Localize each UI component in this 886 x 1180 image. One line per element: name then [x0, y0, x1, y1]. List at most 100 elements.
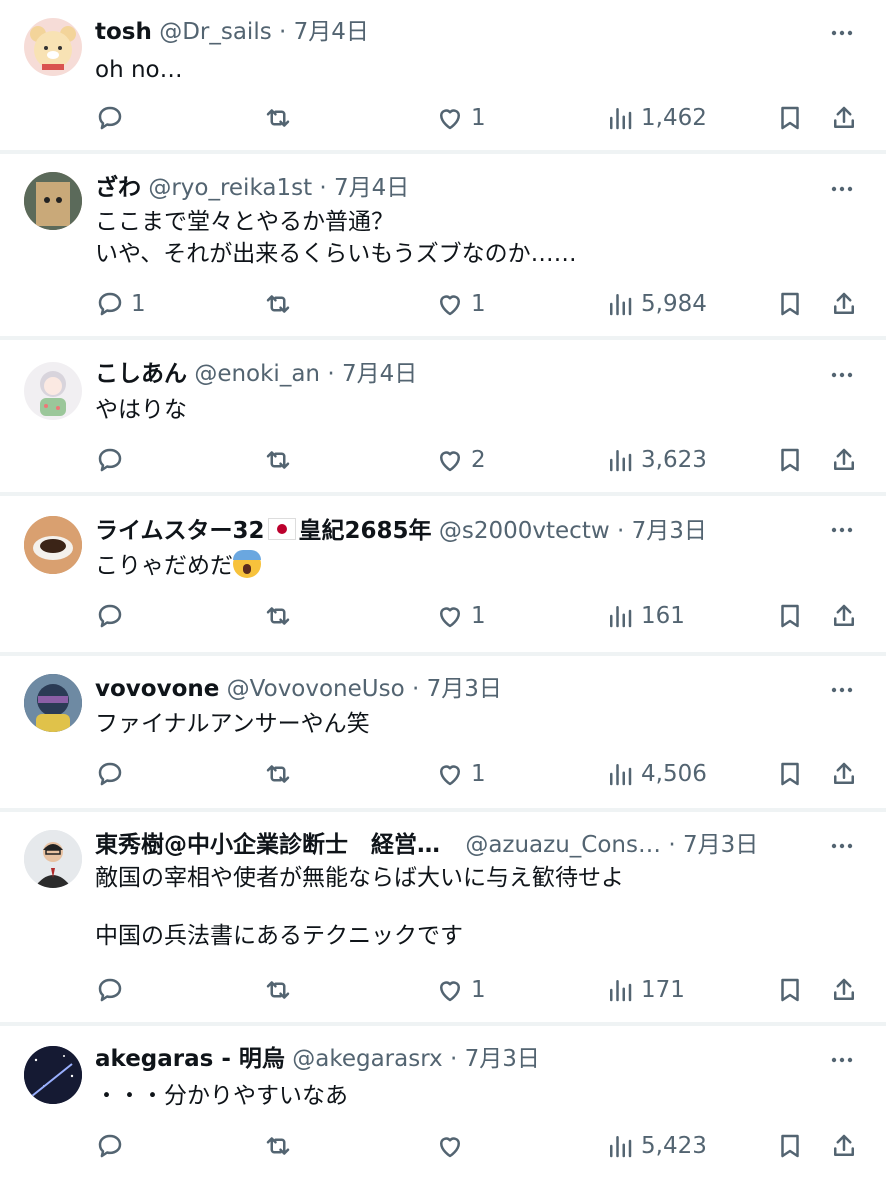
tweet[interactable]: 東秀樹@中小企業診断士 経営… @azuazu_Cons… · 7月3日 敵国の…	[0, 812, 886, 1022]
avatar[interactable]	[24, 830, 82, 888]
like-button[interactable]: 2	[435, 440, 486, 480]
user-handle[interactable]: @Dr_sails	[159, 19, 272, 45]
user-handle[interactable]: @azuazu_Cons…	[465, 832, 661, 858]
bookmark-button[interactable]	[775, 970, 805, 1010]
like-count: 1	[471, 291, 486, 317]
bookmark-icon	[781, 762, 799, 786]
like-button[interactable]: 1	[435, 970, 486, 1010]
view-count: 5,984	[641, 291, 707, 317]
more-icon[interactable]	[826, 359, 858, 391]
display-name[interactable]: ざわ	[95, 175, 141, 201]
more-icon[interactable]	[826, 674, 858, 706]
share-icon	[834, 1134, 854, 1156]
bookmark-button[interactable]	[775, 98, 805, 138]
user-handle[interactable]: @akegarasrx	[292, 1046, 442, 1072]
bookmark-icon	[781, 106, 799, 130]
retweet-button[interactable]	[263, 1126, 299, 1166]
tweet-date[interactable]: 7月3日	[632, 518, 707, 544]
views-button[interactable]: 3,623	[605, 440, 707, 480]
views-button[interactable]: 5,984	[605, 284, 707, 324]
tweet-text: やはりな	[95, 397, 187, 423]
share-button[interactable]	[829, 440, 859, 480]
tweet-header: vovovone @VovovoneUso · 7月3日	[95, 676, 502, 702]
user-handle[interactable]: @s2000vtectw	[439, 518, 610, 544]
more-icon[interactable]	[826, 1044, 858, 1076]
tweet[interactable]: akegaras - 明烏 @akegarasrx · 7月3日 ・・・分かりや…	[0, 1026, 886, 1180]
retweet-button[interactable]	[263, 284, 299, 324]
retweet-button[interactable]	[263, 596, 299, 636]
share-button[interactable]	[829, 1126, 859, 1166]
bookmark-button[interactable]	[775, 1126, 805, 1166]
reply-button[interactable]	[95, 596, 131, 636]
action-bar: 1 4,506	[95, 754, 865, 794]
more-icon[interactable]	[826, 17, 858, 49]
tweet-date[interactable]: 7月3日	[427, 676, 502, 702]
reply-button[interactable]	[95, 98, 131, 138]
tweet-text: oh no…	[95, 57, 183, 83]
display-name[interactable]: akegaras - 明烏	[95, 1046, 285, 1072]
views-button[interactable]: 161	[605, 596, 685, 636]
tweet-date[interactable]: 7月3日	[465, 1046, 540, 1072]
like-button[interactable]: 1	[435, 98, 486, 138]
views-icon	[610, 606, 632, 628]
reply-button[interactable]	[95, 754, 131, 794]
tweet-date[interactable]: 7月4日	[334, 175, 409, 201]
user-handle[interactable]: @VovovoneUso	[227, 676, 405, 702]
reply-button[interactable]	[95, 440, 131, 480]
like-button[interactable]: 1	[435, 596, 486, 636]
user-handle[interactable]: @ryo_reika1st	[148, 175, 312, 201]
retweet-button[interactable]	[263, 440, 299, 480]
tweet[interactable]: ライムスター32 皇紀2685年 @s2000vtectw · 7月3日 こりゃだ…	[0, 496, 886, 652]
retweet-button[interactable]	[263, 970, 299, 1010]
display-name[interactable]: こしあん	[95, 361, 187, 387]
share-button[interactable]	[829, 596, 859, 636]
share-button[interactable]	[829, 284, 859, 324]
share-icon	[834, 106, 854, 128]
tweet[interactable]: ざわ @ryo_reika1st · 7月4日 ここまで堂々とやるか普通？ いや…	[0, 154, 886, 336]
views-button[interactable]: 1,462	[605, 98, 707, 138]
share-button[interactable]	[829, 970, 859, 1010]
reply-button[interactable]	[95, 1126, 131, 1166]
like-button[interactable]	[435, 1126, 471, 1166]
tweet[interactable]: こしあん @enoki_an · 7月4日 やはりな 2 3,623	[0, 340, 886, 492]
share-button[interactable]	[829, 98, 859, 138]
avatar[interactable]	[24, 18, 82, 76]
more-icon[interactable]	[826, 514, 858, 546]
user-handle[interactable]: @enoki_an	[194, 361, 320, 387]
retweet-icon	[266, 765, 290, 783]
retweet-button[interactable]	[263, 754, 299, 794]
bookmark-button[interactable]	[775, 596, 805, 636]
bookmark-icon	[781, 448, 799, 472]
more-icon[interactable]	[826, 173, 858, 205]
bookmark-button[interactable]	[775, 754, 805, 794]
share-button[interactable]	[829, 754, 859, 794]
reply-button[interactable]: 1	[95, 284, 146, 324]
tweet-date[interactable]: 7月4日	[294, 19, 369, 45]
avatar[interactable]	[24, 674, 82, 732]
avatar[interactable]	[24, 362, 82, 420]
more-icon[interactable]	[826, 830, 858, 862]
views-button[interactable]: 171	[605, 970, 685, 1010]
bookmark-button[interactable]	[775, 440, 805, 480]
views-button[interactable]: 4,506	[605, 754, 707, 794]
reply-button[interactable]	[95, 970, 131, 1010]
like-count: 1	[471, 977, 486, 1003]
display-name[interactable]: tosh	[95, 19, 152, 45]
tweet[interactable]: tosh @Dr_sails · 7月4日 oh no… 1 1,462	[0, 0, 886, 150]
like-button[interactable]: 1	[435, 284, 486, 324]
avatar[interactable]	[24, 516, 82, 574]
tweet[interactable]: vovovone @VovovoneUso · 7月3日 ファイナルアンサーやん…	[0, 656, 886, 808]
avatar[interactable]	[24, 1046, 82, 1104]
retweet-button[interactable]	[263, 98, 299, 138]
share-icon	[834, 762, 854, 784]
bookmark-button[interactable]	[775, 284, 805, 324]
like-button[interactable]: 1	[435, 754, 486, 794]
display-name[interactable]: 東秀樹@中小企業診断士 経営…	[95, 832, 440, 858]
avatar[interactable]	[24, 172, 82, 230]
display-name[interactable]: ライムスター32 皇紀2685年	[95, 518, 432, 544]
display-name[interactable]: vovovone	[95, 676, 219, 702]
like-count: 2	[471, 447, 486, 473]
tweet-date[interactable]: 7月3日	[683, 832, 758, 858]
tweet-date[interactable]: 7月4日	[342, 361, 417, 387]
views-button[interactable]: 5,423	[605, 1126, 707, 1166]
